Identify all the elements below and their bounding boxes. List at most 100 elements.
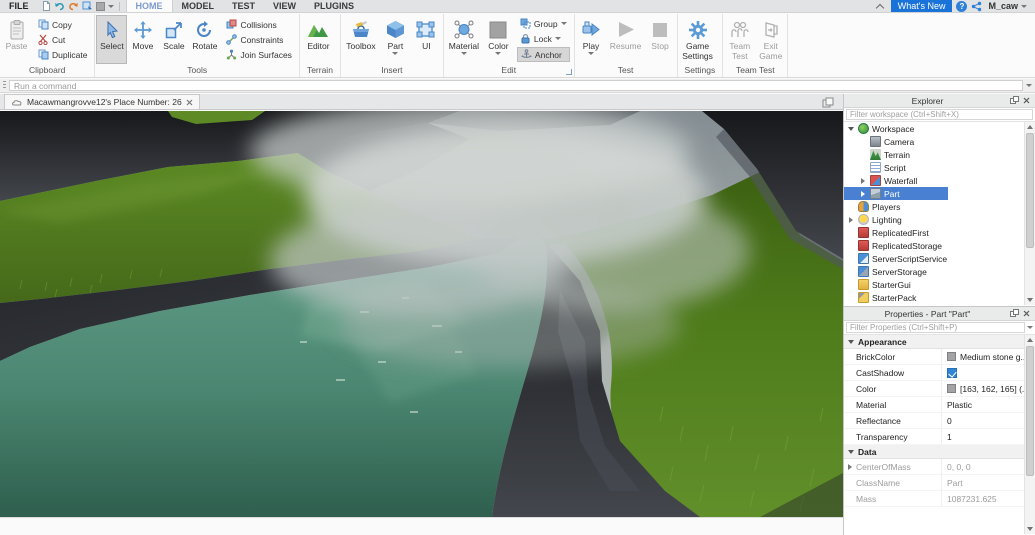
explorer-item-camera[interactable]: Camera bbox=[844, 135, 1035, 148]
collisions-button[interactable]: Collisions bbox=[223, 18, 295, 31]
explorer-item-lighting[interactable]: Lighting bbox=[844, 213, 1035, 226]
lock-dropdown-caret-icon[interactable] bbox=[554, 37, 561, 40]
explorer-item-starterpack[interactable]: StarterPack bbox=[844, 291, 1035, 304]
toolbox-button[interactable]: Toolbox bbox=[342, 15, 380, 64]
property-row-classname[interactable]: ClassName Part bbox=[844, 475, 1035, 491]
close-tab-icon[interactable] bbox=[186, 99, 193, 106]
play-dropdown-caret-icon[interactable] bbox=[588, 52, 595, 55]
paste-button[interactable]: Paste bbox=[1, 15, 32, 64]
resume-button[interactable]: Resume bbox=[607, 15, 645, 64]
property-value[interactable]: Plastic bbox=[947, 400, 972, 410]
part-dropdown-caret-icon[interactable] bbox=[392, 52, 399, 55]
explorer-item-script[interactable]: Script bbox=[844, 161, 1035, 174]
castshadow-checkbox[interactable] bbox=[947, 367, 957, 378]
tab-test[interactable]: TEST bbox=[223, 0, 264, 12]
property-value[interactable]: [163, 162, 165] (... bbox=[960, 384, 1029, 394]
property-row-reflectance[interactable]: Reflectance 0 bbox=[844, 413, 1035, 429]
color-button[interactable]: Color bbox=[483, 15, 514, 64]
explorer-filter-input[interactable] bbox=[846, 109, 1033, 120]
section-collapse-icon[interactable] bbox=[848, 449, 854, 454]
stop-button[interactable]: Stop bbox=[645, 15, 676, 64]
redo-icon[interactable] bbox=[68, 2, 79, 11]
scrollbar-thumb[interactable] bbox=[1026, 346, 1034, 476]
file-menu-button[interactable]: FILE bbox=[0, 0, 38, 12]
group-dropdown-caret-icon[interactable] bbox=[560, 22, 567, 25]
explorer-item-replicatedstorage[interactable]: ReplicatedStorage bbox=[844, 239, 1035, 252]
chevron-right-icon[interactable] bbox=[844, 463, 856, 470]
insert-window-icon[interactable] bbox=[82, 1, 93, 11]
property-value[interactable]: Medium stone g... bbox=[960, 352, 1028, 362]
explorer-item-part[interactable]: Part bbox=[844, 187, 948, 200]
game-settings-button[interactable]: Game Settings bbox=[679, 15, 717, 64]
explorer-item-serverstorage[interactable]: ServerStorage bbox=[844, 265, 1035, 278]
chevron-down-icon[interactable] bbox=[847, 126, 855, 131]
tab-model[interactable]: MODEL bbox=[173, 0, 224, 12]
select-button[interactable]: Select bbox=[96, 15, 128, 64]
color-dropdown-caret-icon[interactable] bbox=[495, 52, 502, 55]
qat-dropdown-caret-icon[interactable] bbox=[107, 4, 114, 8]
explorer-scrollbar[interactable] bbox=[1024, 122, 1035, 305]
property-value[interactable]: 1 bbox=[947, 432, 952, 442]
tab-plugins[interactable]: PLUGINS bbox=[305, 0, 363, 12]
move-button[interactable]: Move bbox=[127, 15, 158, 64]
edit-dialog-launcher-icon[interactable] bbox=[565, 69, 572, 75]
explorer-item-serverscriptservice[interactable]: ServerScriptService bbox=[844, 252, 1035, 265]
exit-game-button[interactable]: Exit Game bbox=[755, 15, 786, 64]
explorer-float-icon[interactable] bbox=[1008, 95, 1020, 106]
explorer-close-icon[interactable] bbox=[1020, 95, 1032, 106]
tab-home[interactable]: HOME bbox=[125, 0, 173, 12]
viewport-3d[interactable] bbox=[0, 111, 843, 517]
tab-view[interactable]: VIEW bbox=[264, 0, 305, 12]
explorer-item-startergui[interactable]: StarterGui bbox=[844, 278, 1035, 291]
lock-button[interactable]: Lock bbox=[517, 32, 570, 45]
scroll-up-icon[interactable] bbox=[1025, 122, 1035, 132]
rotate-button[interactable]: Rotate bbox=[189, 15, 220, 64]
command-bar-caret-icon[interactable] bbox=[1026, 84, 1032, 87]
property-row-material[interactable]: Material Plastic bbox=[844, 397, 1035, 413]
place-document-tab[interactable]: Macawmangrovve12's Place Number: 26 bbox=[4, 94, 200, 109]
float-viewport-icon[interactable] bbox=[821, 96, 835, 108]
property-row-centerofmass[interactable]: CenterOfMass 0, 0, 0 bbox=[844, 459, 1035, 475]
explorer-item-workspace[interactable]: Workspace bbox=[844, 122, 1035, 135]
properties-float-icon[interactable] bbox=[1008, 308, 1020, 319]
property-row-color[interactable]: Color [163, 162, 165] (... bbox=[844, 381, 1035, 397]
terrain-editor-button[interactable]: Editor bbox=[301, 15, 336, 64]
material-dropdown-caret-icon[interactable] bbox=[460, 52, 467, 55]
undo-icon[interactable] bbox=[54, 2, 65, 11]
brickcolor-swatch[interactable] bbox=[947, 352, 956, 361]
help-icon[interactable]: ? bbox=[956, 1, 968, 12]
chevron-right-icon[interactable] bbox=[859, 190, 867, 197]
section-data[interactable]: Data bbox=[844, 445, 1035, 459]
property-row-mass[interactable]: Mass 1087231.625 bbox=[844, 491, 1035, 507]
ui-button[interactable]: UI bbox=[411, 15, 442, 64]
explorer-item-terrain[interactable]: Terrain bbox=[844, 148, 1035, 161]
chevron-right-icon[interactable] bbox=[859, 177, 867, 184]
anchor-button[interactable]: Anchor bbox=[516, 47, 570, 62]
duplicate-button[interactable]: Duplicate bbox=[35, 48, 90, 61]
collapse-ribbon-icon[interactable] bbox=[873, 0, 887, 12]
new-file-icon[interactable] bbox=[42, 1, 51, 11]
share-icon[interactable] bbox=[971, 0, 982, 12]
chevron-right-icon[interactable] bbox=[847, 216, 855, 223]
part-button[interactable]: Part bbox=[380, 15, 411, 64]
explorer-item-replicatedfirst[interactable]: ReplicatedFirst bbox=[844, 226, 1035, 239]
command-input[interactable] bbox=[9, 80, 1023, 91]
properties-filter-input[interactable] bbox=[846, 322, 1025, 333]
group-button[interactable]: Group bbox=[517, 17, 570, 30]
property-row-transparency[interactable]: Transparency 1 bbox=[844, 429, 1035, 445]
screenshot-icon[interactable] bbox=[95, 1, 105, 11]
scroll-up-icon[interactable] bbox=[1025, 335, 1035, 345]
play-button[interactable]: Play bbox=[576, 15, 607, 64]
user-menu[interactable]: M_caw bbox=[986, 0, 1035, 12]
property-row-castshadow[interactable]: CastShadow bbox=[844, 365, 1035, 381]
scale-button[interactable]: Scale bbox=[158, 15, 189, 64]
properties-filter-caret-icon[interactable] bbox=[1027, 326, 1033, 329]
properties-close-icon[interactable] bbox=[1020, 308, 1032, 319]
scrollbar-thumb[interactable] bbox=[1026, 133, 1034, 248]
scroll-down-icon[interactable] bbox=[1025, 295, 1035, 305]
command-bar-grip[interactable] bbox=[3, 81, 6, 90]
scroll-down-icon[interactable] bbox=[1025, 524, 1035, 534]
copy-button[interactable]: Copy bbox=[35, 18, 90, 31]
property-value[interactable]: 0 bbox=[947, 416, 952, 426]
explorer-item-waterfall[interactable]: Waterfall bbox=[844, 174, 1035, 187]
